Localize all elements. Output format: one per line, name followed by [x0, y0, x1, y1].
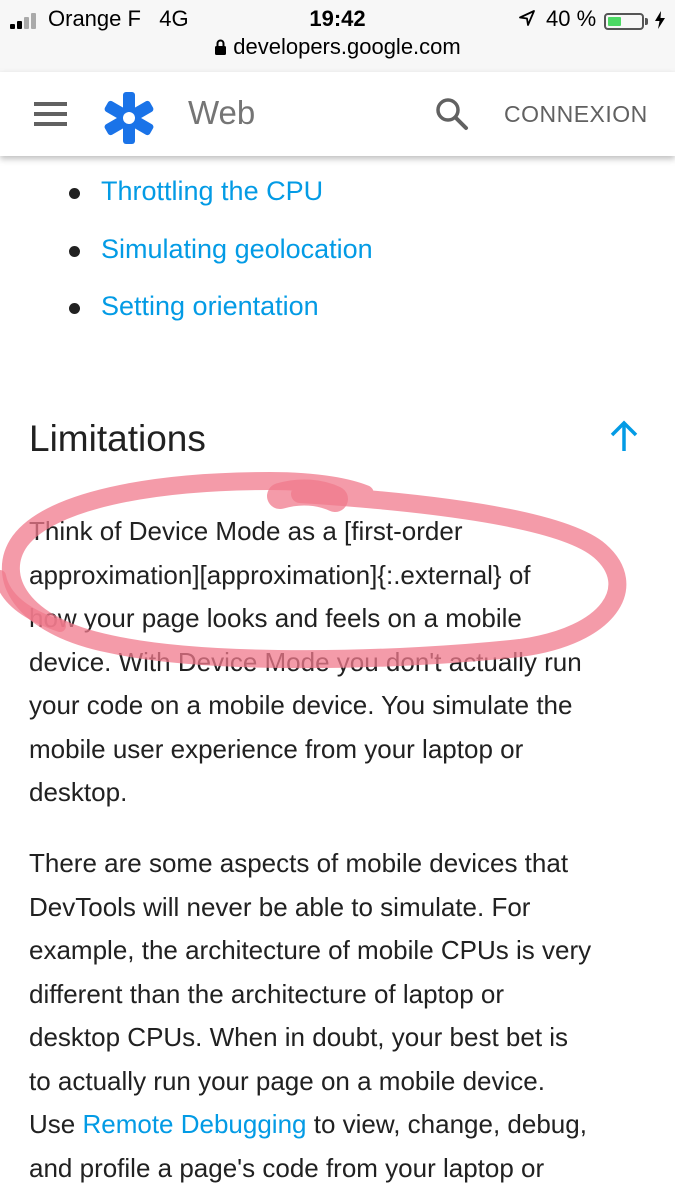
text-fragment: Use: [29, 1109, 83, 1139]
text-line: desktop CPUs. When in doubt, your best b…: [29, 1022, 569, 1052]
text-line: DevTools will never be able to simulate.…: [29, 891, 531, 922]
paragraph-limitations-details: There are some aspects of mobile devices…: [29, 842, 654, 1190]
address-bar[interactable]: developers.google.com: [0, 34, 675, 60]
text-line: to actually run your page on a mobile de…: [29, 1065, 545, 1096]
search-icon[interactable]: [434, 96, 470, 132]
battery-icon: [604, 13, 644, 30]
web-fundamentals-logo-icon[interactable]: [102, 91, 156, 145]
url-text: developers.google.com: [233, 34, 461, 59]
status-bar: Orange F 4G 19:42 40 % developers.google…: [0, 0, 675, 72]
lock-icon: [214, 35, 227, 55]
text-line: desktop.: [29, 777, 128, 807]
list-item: Simulating geolocation: [0, 232, 675, 272]
text-line: and profile a page's code from your lapt…: [29, 1152, 545, 1183]
text-line: mobile user experience from your laptop …: [29, 733, 524, 764]
list-item: Throttling the CPU: [0, 174, 675, 214]
charging-bolt-icon: [655, 11, 665, 29]
sign-in-button[interactable]: CONNEXION: [504, 101, 648, 128]
remote-debugging-link[interactable]: Remote Debugging: [82, 1109, 306, 1139]
text-fragment: to view, change, debug,: [306, 1109, 587, 1139]
bullet: [69, 188, 80, 199]
battery-level-fill: [608, 17, 621, 26]
text-line: Think of Device Mode as a [first-order: [29, 516, 463, 546]
text-line: your code on a mobile device. You simula…: [29, 690, 573, 720]
section-heading: Limitations: [29, 418, 206, 459]
location-arrow-icon: [519, 10, 535, 26]
text-line: different than the architecture of lapto…: [29, 978, 505, 1009]
bullet: [69, 246, 80, 257]
text-line: how your page looks and feels on a mobil…: [29, 603, 522, 633]
article-content: Throttling the CPU Simulating geolocatio…: [0, 156, 675, 1200]
toc-link-setting-orientation[interactable]: Setting orientation: [101, 291, 319, 322]
bullet: [69, 303, 80, 314]
battery-percent: 40 %: [546, 6, 597, 31]
list-item: Setting orientation: [0, 289, 675, 329]
text-line: example, the architecture of mobile CPUs…: [29, 935, 592, 965]
hamburger-menu-icon[interactable]: [34, 102, 67, 126]
text-line: approximation][approximation]{:.external…: [29, 559, 531, 590]
toc-link-simulating-geolocation[interactable]: Simulating geolocation: [101, 234, 373, 265]
site-brand[interactable]: Web: [188, 94, 255, 132]
site-header: Web CONNEXION: [0, 72, 675, 156]
arrow-up-icon[interactable]: [606, 419, 642, 455]
toc-link-throttling-cpu[interactable]: Throttling the CPU: [101, 176, 323, 207]
paragraph-limitations-intro: Think of Device Mode as a [first-order a…: [29, 510, 654, 815]
text-line: device. With Device Mode you don't actua…: [29, 646, 582, 677]
text-line: Use Remote Debugging to view, change, de…: [29, 1103, 654, 1147]
text-line: There are some aspects of mobile devices…: [29, 848, 569, 878]
